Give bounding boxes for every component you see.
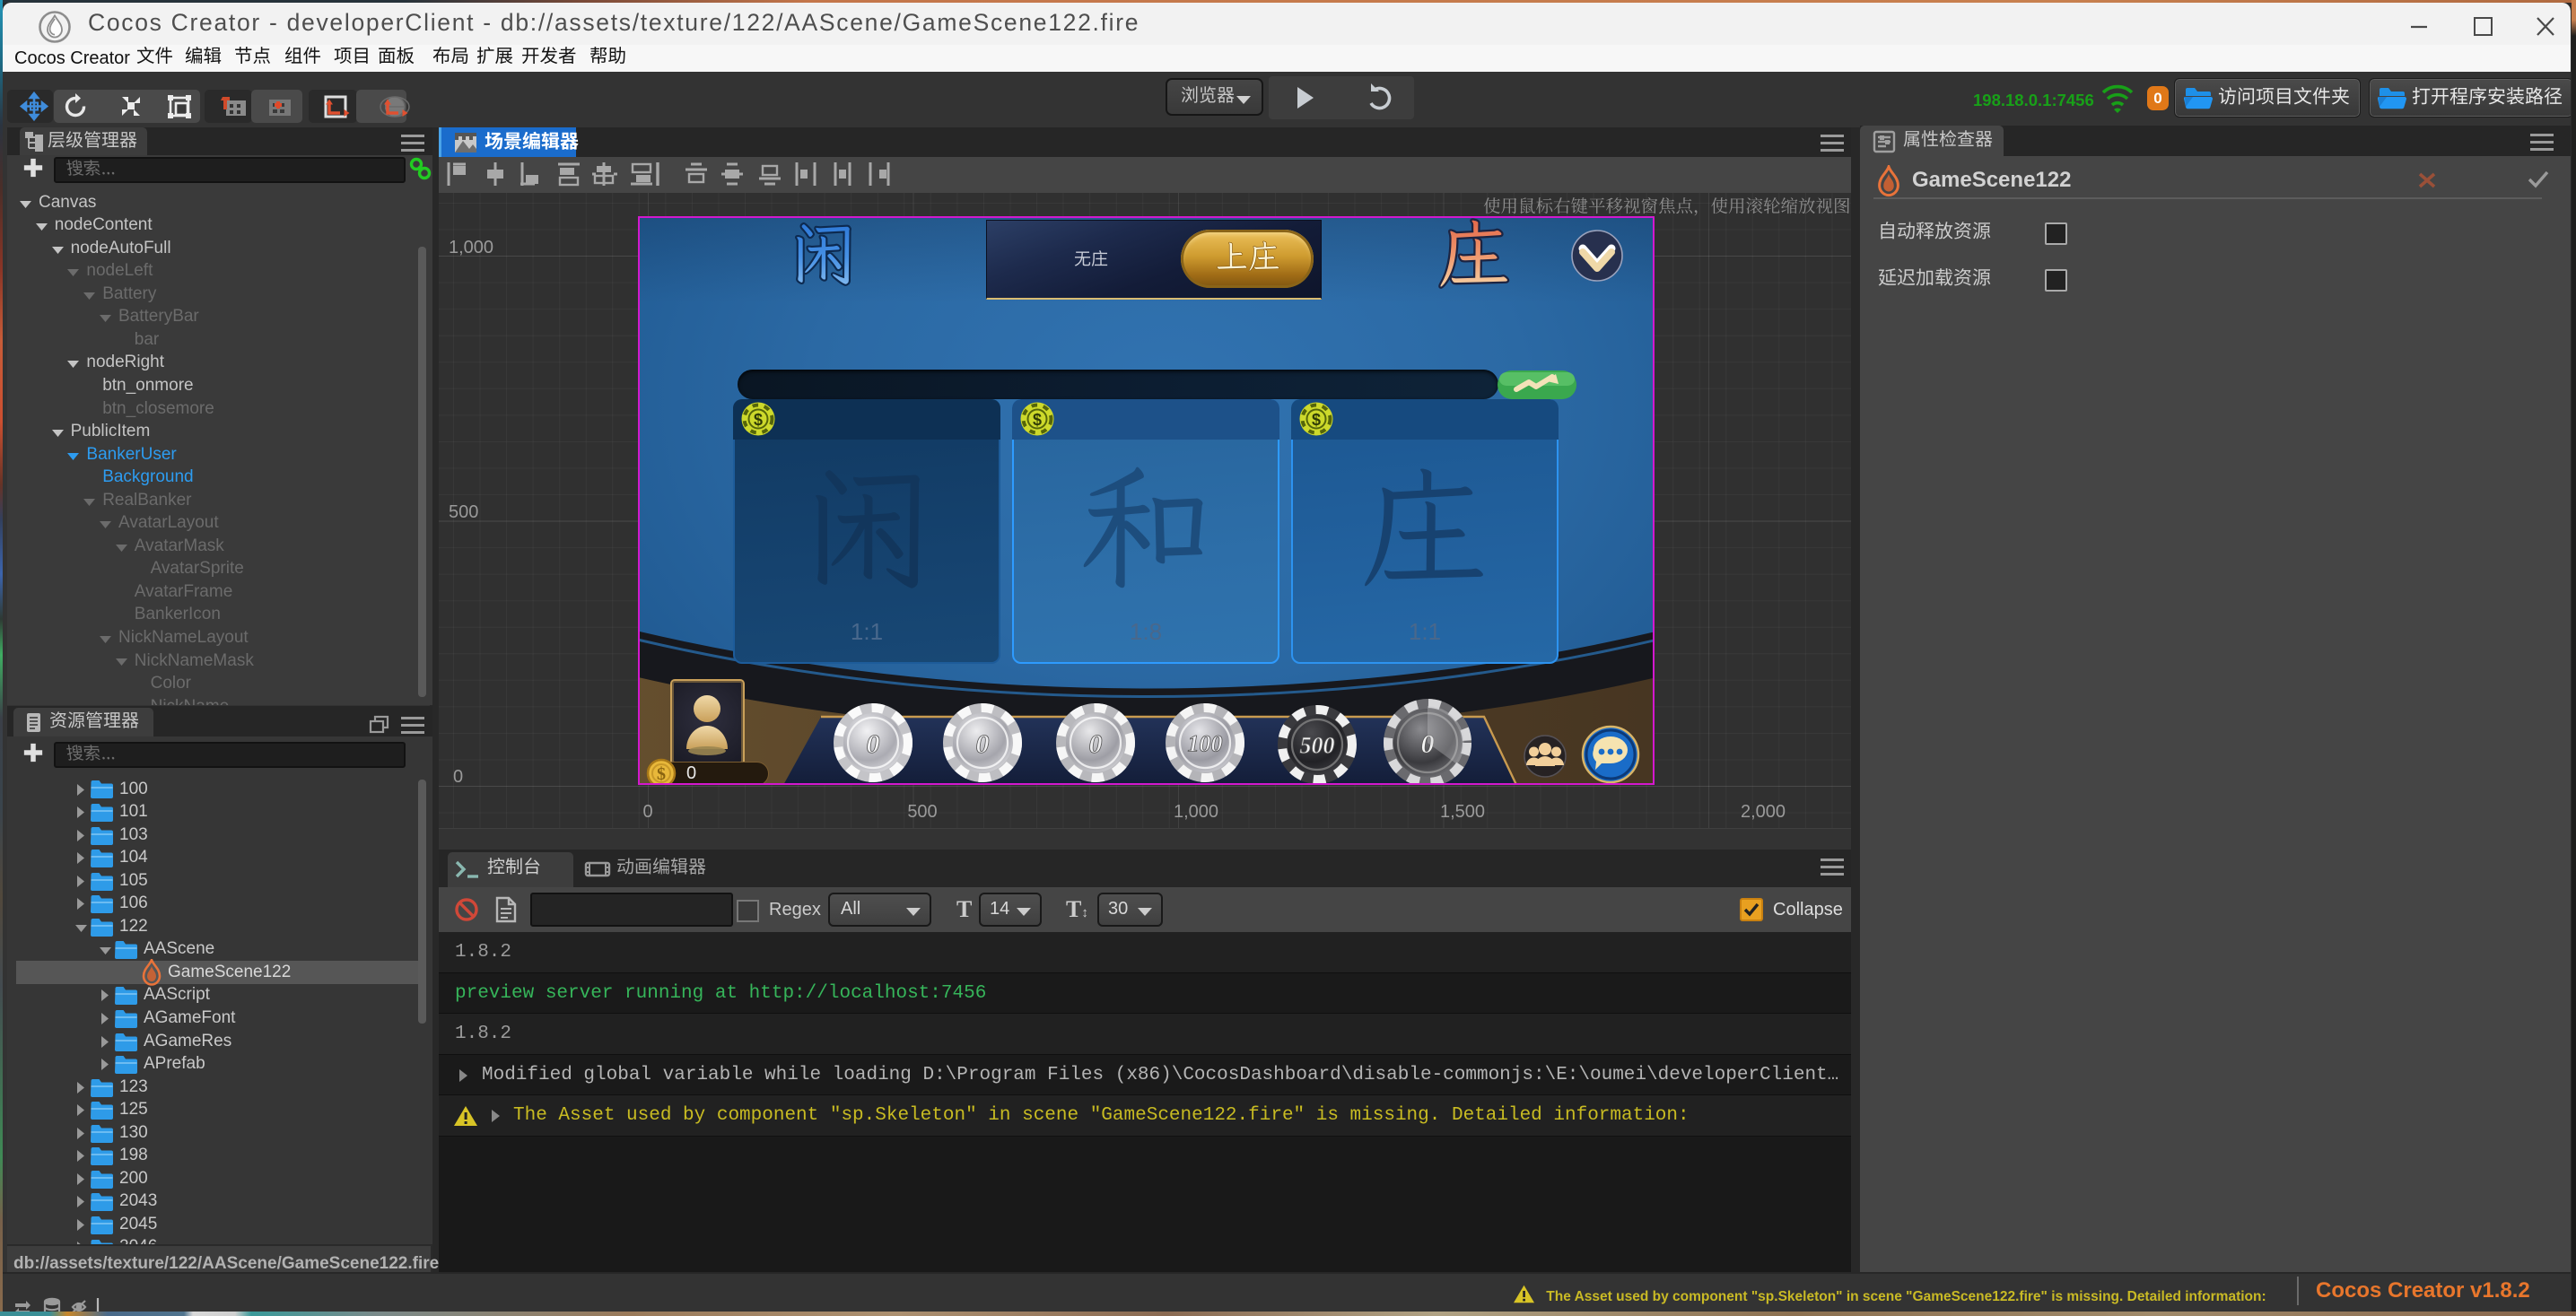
svg-text:$: $	[1033, 411, 1042, 429]
svg-text:$: $	[657, 764, 666, 784]
svg-text:0: 0	[1089, 728, 1103, 758]
svg-text:$: $	[1312, 411, 1321, 429]
svg-text:0: 0	[976, 728, 990, 758]
svg-text:0: 0	[867, 728, 880, 758]
svg-text:500: 500	[1300, 732, 1335, 758]
svg-text:$: $	[754, 411, 763, 429]
svg-text:100: 100	[1188, 730, 1223, 756]
